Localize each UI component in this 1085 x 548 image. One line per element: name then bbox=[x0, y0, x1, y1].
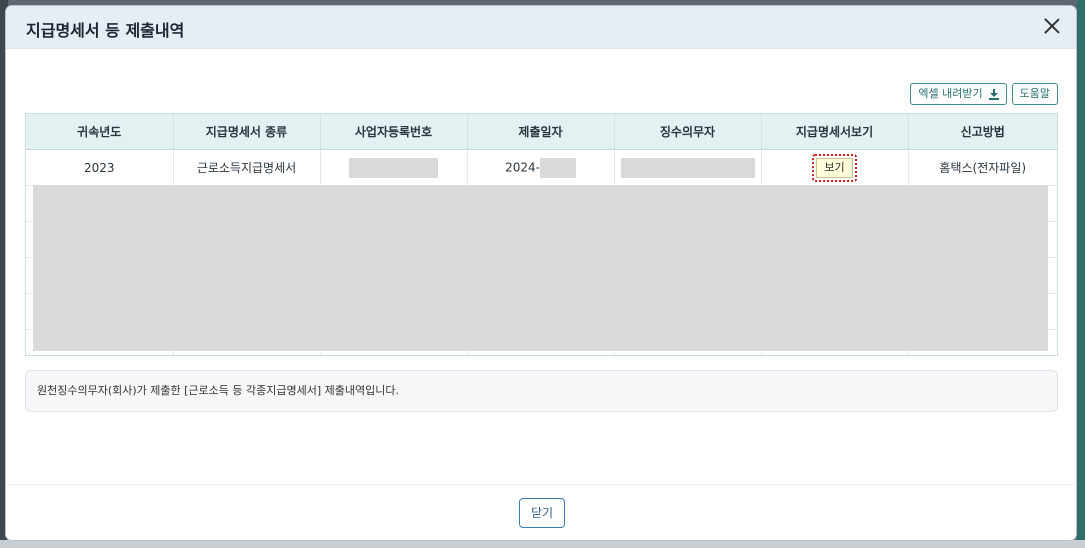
submit-date-cell: 2024- bbox=[467, 149, 615, 186]
notice-box: 원천징수의무자(회사)가 제출한 [근로소득 등 각종지급명세서] 제출내역입니… bbox=[25, 370, 1058, 412]
view-statement-button[interactable]: 보기 bbox=[816, 157, 853, 178]
year-cell: 2023 bbox=[26, 149, 174, 186]
business-number-cell bbox=[320, 149, 468, 186]
table-toolbar: 엑셀 내려받기 도움말 bbox=[910, 83, 1058, 105]
submission-table: 귀속년도 지급명세서 종류 사업자등록번호 제출일자 징수의무자 지급명세서보기… bbox=[25, 113, 1058, 356]
withholder-cell bbox=[614, 149, 762, 186]
redacted-value bbox=[349, 157, 438, 178]
redacted-value bbox=[539, 157, 576, 178]
dialog-title: 지급명세서 등 제출내역 bbox=[26, 21, 185, 40]
view-cell: 보기 bbox=[761, 149, 909, 186]
dialog-header: 지급명세서 등 제출내역 bbox=[6, 6, 1076, 49]
column-header: 지급명세서보기 bbox=[761, 114, 909, 150]
background-edge bbox=[0, 540, 1085, 548]
help-button[interactable]: 도움말 bbox=[1011, 83, 1058, 105]
excel-download-label: 엑셀 내려받기 bbox=[918, 87, 983, 100]
column-header: 사업자등록번호 bbox=[320, 114, 468, 150]
notice-text: 원천징수의무자(회사)가 제출한 [근로소득 등 각종지급명세서] 제출내역입니… bbox=[37, 384, 399, 397]
column-header: 신고방법 bbox=[908, 114, 1057, 150]
background-edge bbox=[1077, 0, 1085, 548]
column-header: 징수의무자 bbox=[614, 114, 762, 150]
column-header: 제출일자 bbox=[467, 114, 615, 150]
submission-history-dialog: 지급명세서 등 제출내역 엑셀 내려받기 도움말 귀속년도 지급명세서 종류 사… bbox=[6, 6, 1076, 540]
download-icon bbox=[988, 88, 999, 100]
submit-date-text: 2024- bbox=[505, 160, 540, 174]
column-header: 귀속년도 bbox=[26, 114, 174, 150]
redacted-area bbox=[33, 185, 1048, 351]
table-row: 2023 근로소득지급명세서 2024- 보기 홈택스(전자파일) bbox=[26, 149, 1057, 186]
close-button[interactable]: 닫기 bbox=[519, 498, 565, 528]
excel-download-button[interactable]: 엑셀 내려받기 bbox=[910, 83, 1007, 105]
dialog-footer: 닫기 bbox=[6, 484, 1076, 540]
close-icon[interactable] bbox=[1040, 14, 1064, 38]
highlight-marker: 보기 bbox=[812, 153, 857, 182]
table-header-row: 귀속년도 지급명세서 종류 사업자등록번호 제출일자 징수의무자 지급명세서보기… bbox=[26, 114, 1057, 150]
column-header: 지급명세서 종류 bbox=[173, 114, 321, 150]
redacted-value bbox=[620, 157, 755, 178]
type-cell: 근로소득지급명세서 bbox=[173, 149, 321, 186]
method-cell: 홈택스(전자파일) bbox=[908, 149, 1057, 186]
